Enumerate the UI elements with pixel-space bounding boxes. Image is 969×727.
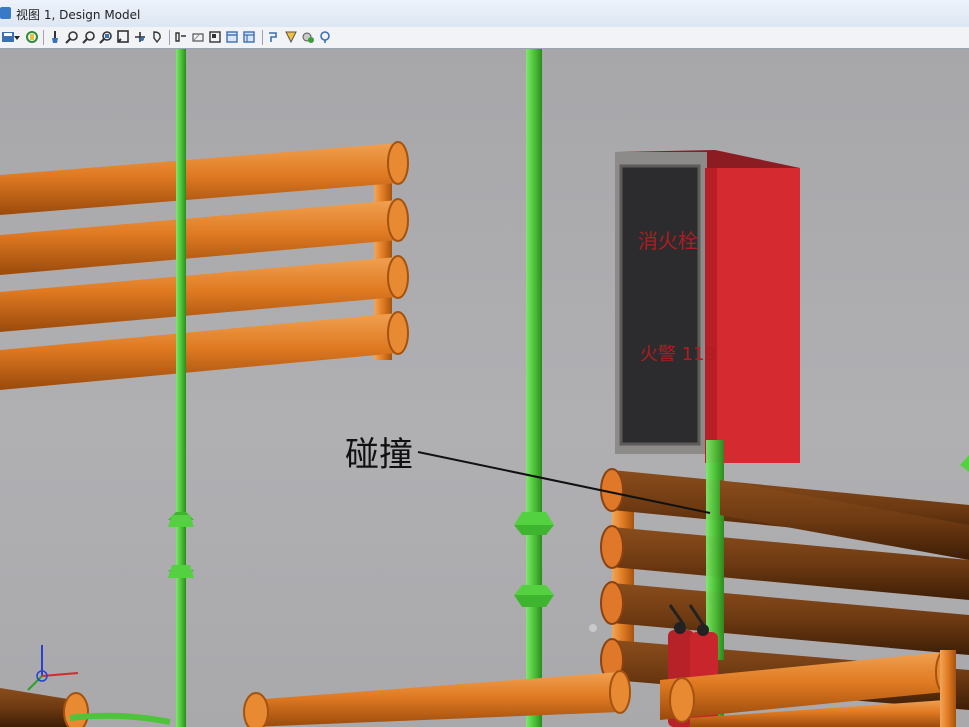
window-title: 视图 1, Design Model — [16, 8, 141, 22]
pan-icon[interactable] — [132, 29, 148, 45]
cabinet-label-bottom: 火警 119 — [640, 344, 716, 365]
view-top-icon[interactable] — [190, 29, 206, 45]
orange-pipe-rack-upper — [0, 141, 409, 390]
zoom-fit-icon[interactable] — [115, 29, 131, 45]
window-titlebar: 视图 1, Design Model — [0, 0, 969, 28]
app-icon — [0, 7, 11, 19]
paint-brush-icon[interactable] — [47, 29, 63, 45]
dropdown-arrow-icon[interactable] — [13, 29, 21, 45]
zoom-out-icon[interactable] — [81, 29, 97, 45]
rotate-icon[interactable] — [149, 29, 165, 45]
zoom-window-icon[interactable] — [98, 29, 114, 45]
view-iso-icon[interactable] — [224, 29, 240, 45]
axis-triad-icon — [27, 645, 79, 691]
fire-hydrant-cabinet: 消火栓 火警 119 — [615, 150, 800, 463]
view-front-icon[interactable] — [173, 29, 189, 45]
cabinet-label-top: 消火栓 — [638, 229, 698, 253]
clash-annotation-label: 碰撞 — [345, 435, 413, 475]
walkthrough-icon[interactable] — [266, 29, 282, 45]
zoom-in-icon[interactable] — [64, 29, 80, 45]
render-mode-icon[interactable] — [241, 29, 257, 45]
model-scene: 消火栓 火警 119 — [0, 49, 969, 727]
green-pipe-middle — [514, 49, 554, 727]
settings-icon[interactable] — [300, 29, 316, 45]
help-icon[interactable] — [317, 29, 333, 45]
cursor-dot — [589, 624, 597, 632]
view-side-icon[interactable] — [207, 29, 223, 45]
green-pipe-left — [168, 49, 194, 727]
clash-icon[interactable] — [283, 29, 299, 45]
refresh-icon[interactable] — [24, 29, 40, 45]
3d-model-viewport[interactable]: 消火栓 火警 119 碰撞 — [0, 49, 969, 727]
view-toolbar — [0, 27, 969, 49]
